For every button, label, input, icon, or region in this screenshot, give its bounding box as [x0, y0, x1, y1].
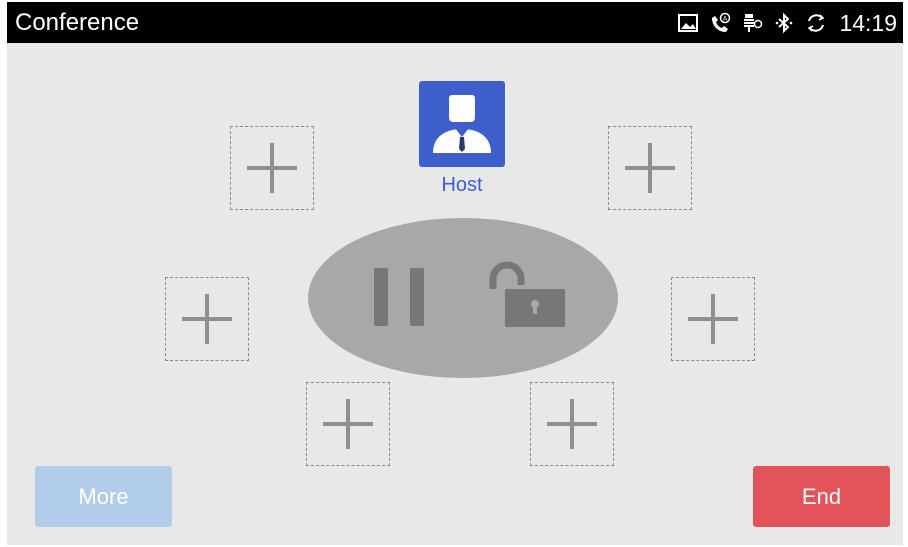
pause-button[interactable]	[374, 268, 426, 326]
add-participant-slot-bottom-right[interactable]	[530, 382, 614, 466]
conference-screen: Conference A 14:19 Host More End	[7, 2, 903, 545]
more-button[interactable]: More	[35, 466, 172, 527]
host-avatar[interactable]	[419, 81, 505, 167]
sync-icon	[805, 12, 827, 34]
clock: 14:19	[839, 9, 897, 36]
add-participant-slot-middle-right[interactable]	[671, 277, 755, 361]
add-participant-slot-top-left[interactable]	[230, 126, 314, 210]
pause-icon	[374, 268, 424, 326]
plus-icon	[688, 294, 738, 344]
end-call-button[interactable]: End	[753, 466, 890, 527]
add-participant-slot-middle-left[interactable]	[165, 277, 249, 361]
plus-icon	[323, 399, 373, 449]
host-label: Host	[441, 174, 483, 196]
status-icons: A 14:19	[677, 10, 897, 36]
app-title: Conference	[15, 9, 140, 36]
plus-icon	[182, 294, 232, 344]
add-participant-slot-top-right[interactable]	[608, 126, 692, 210]
plus-icon	[547, 399, 597, 449]
person-icon	[433, 95, 491, 153]
usb-debug-icon	[741, 12, 763, 34]
status-bar: Conference A 14:19	[7, 2, 903, 43]
add-participant-slot-bottom-left[interactable]	[306, 382, 390, 466]
bluetooth-icon	[773, 12, 795, 34]
gallery-icon	[677, 12, 699, 34]
call-controls	[308, 218, 618, 378]
lock-conference-button[interactable]	[485, 261, 569, 329]
call-auto-answer-icon: A	[709, 12, 731, 34]
unlocked-padlock-icon	[489, 261, 565, 327]
plus-icon	[247, 143, 297, 193]
plus-icon	[625, 143, 675, 193]
